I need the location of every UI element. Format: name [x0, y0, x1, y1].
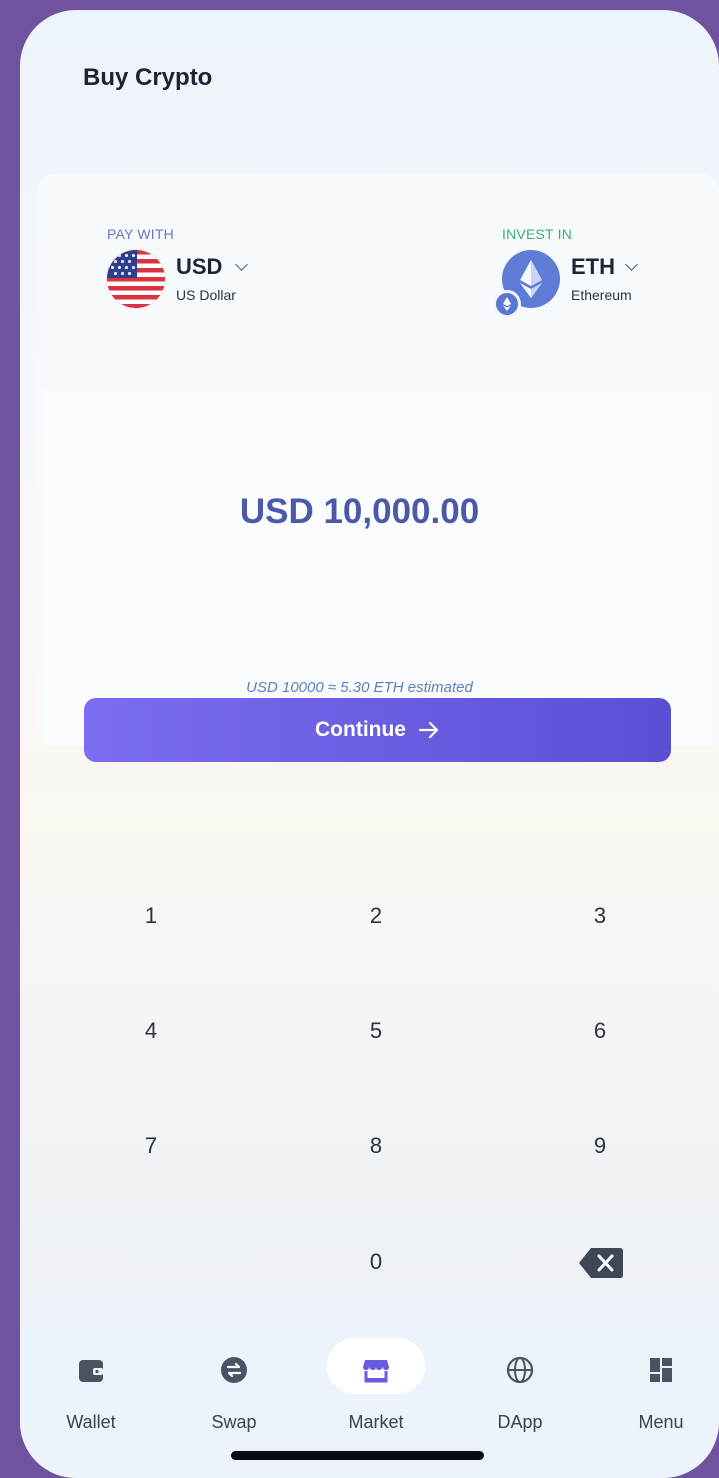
keypad-key-5[interactable]: 5 — [316, 1001, 436, 1061]
tab-label: DApp — [497, 1412, 543, 1432]
continue-label: Continue — [315, 718, 406, 741]
home-indicator[interactable] — [231, 1451, 484, 1460]
estimate-text: USD 10000 ≈ 5.30 ETH estimated — [246, 679, 473, 696]
invest-in-label: INVEST IN — [502, 226, 573, 242]
arrow-right-icon — [418, 721, 439, 739]
pay-currency-name: US Dollar — [176, 287, 236, 303]
backspace-icon — [579, 1248, 623, 1278]
wallet-icon — [79, 1360, 103, 1382]
keypad-key-8[interactable]: 8 — [316, 1116, 436, 1176]
keypad-key-6[interactable]: 6 — [540, 1001, 660, 1061]
keypad-key-3[interactable]: 3 — [540, 886, 660, 946]
swap-icon — [221, 1357, 247, 1383]
keypad-key-0[interactable]: 0 — [316, 1232, 436, 1292]
ethereum-network-badge-icon — [493, 290, 521, 318]
keypad-key-4[interactable]: 4 — [91, 1001, 211, 1061]
tab-swap[interactable]: Swap — [179, 1344, 289, 1434]
globe-icon — [506, 1356, 534, 1384]
page-title: Buy Crypto — [83, 64, 213, 91]
tab-wallet[interactable]: Wallet — [36, 1344, 146, 1434]
tab-label: Menu — [638, 1412, 684, 1432]
backspace-key[interactable] — [578, 1246, 624, 1280]
invest-currency-name: Ethereum — [571, 287, 632, 303]
market-store-icon — [363, 1360, 389, 1383]
tab-label: Swap — [211, 1412, 257, 1432]
amount-display: USD 10,000.00 — [239, 492, 480, 531]
phone-screen: Buy Crypto PAY WITH USD US Dollar INVEST… — [20, 10, 719, 1478]
tab-market[interactable]: Market — [321, 1344, 431, 1434]
continue-button[interactable]: Continue — [84, 698, 671, 762]
tab-menu[interactable]: Menu — [606, 1344, 716, 1434]
keypad-key-1[interactable]: 1 — [91, 886, 211, 946]
tab-label: Market — [348, 1412, 404, 1432]
pay-currency-code: USD — [176, 254, 223, 279]
tab-dapp[interactable]: DApp — [465, 1344, 575, 1434]
keypad-key-9[interactable]: 9 — [540, 1116, 660, 1176]
keypad-key-2[interactable]: 2 — [316, 886, 436, 946]
invest-currency-code: ETH — [571, 254, 615, 279]
pay-with-label: PAY WITH — [107, 226, 174, 242]
us-flag-icon — [107, 250, 165, 308]
dashboard-grid-icon — [650, 1358, 672, 1382]
keypad-key-7[interactable]: 7 — [91, 1116, 211, 1176]
tab-label: Wallet — [66, 1412, 116, 1432]
